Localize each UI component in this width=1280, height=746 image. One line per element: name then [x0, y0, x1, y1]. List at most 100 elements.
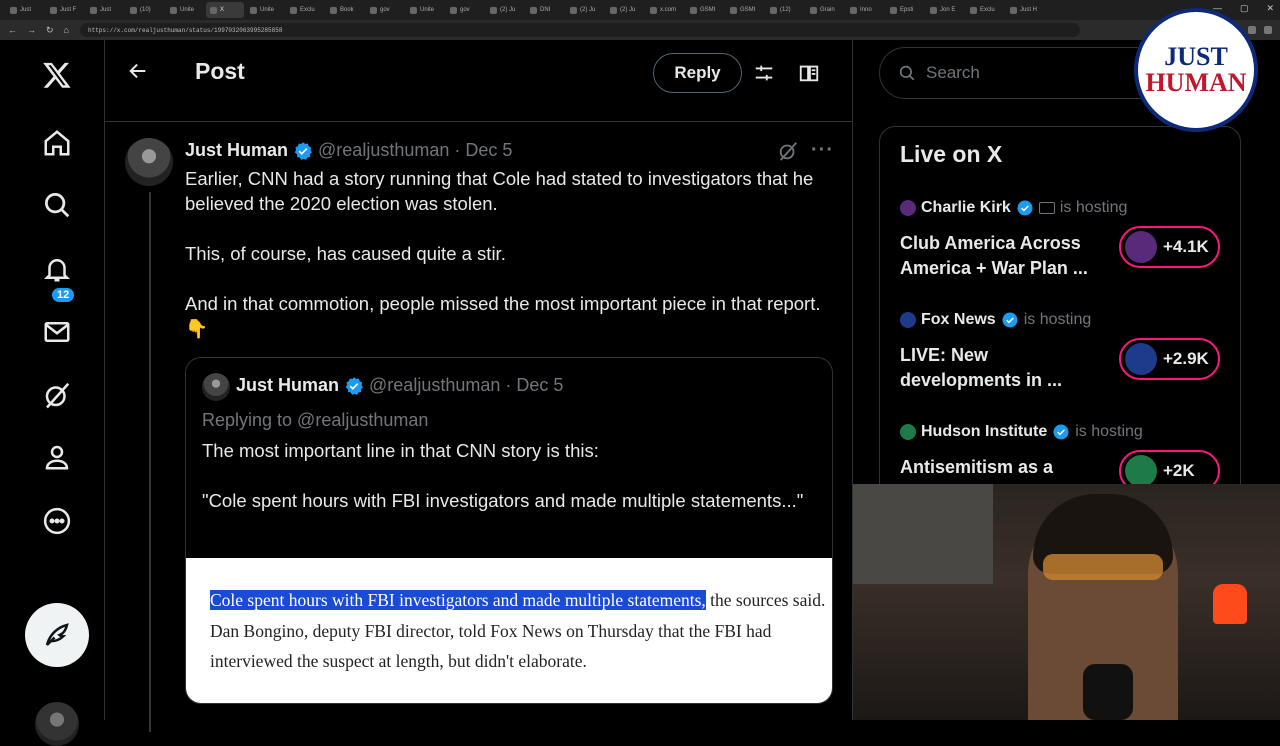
tab-favicon-icon	[610, 6, 617, 14]
home-icon[interactable]	[40, 126, 74, 160]
browser-tab[interactable]: Unite	[246, 2, 284, 18]
tab-favicon-icon	[50, 6, 57, 14]
browser-tab[interactable]: Inno	[846, 2, 884, 18]
author-handle[interactable]: @realjusthuman	[318, 140, 449, 161]
quoted-meta: Just Human @realjusthuman · Dec 5	[236, 375, 563, 396]
browser-tab[interactable]: gov	[366, 2, 404, 18]
main-column: Post Reply Just Human @realjusthuman · D…	[105, 40, 853, 732]
live-item[interactable]: Charlie Kirk is hosting Club America Acr…	[900, 199, 1230, 299]
browser-tab[interactable]: (12)	[766, 2, 804, 18]
browser-tab[interactable]: Grain	[806, 2, 844, 18]
grok-icon[interactable]	[40, 378, 74, 412]
tab-label: Exclu	[300, 7, 315, 13]
browser-tab[interactable]: Epsti	[886, 2, 924, 18]
close-window-icon[interactable]: ✕	[1266, 3, 1274, 14]
browser-tab[interactable]: gov	[446, 2, 484, 18]
tab-favicon-icon	[490, 6, 497, 14]
host-avatar	[900, 312, 916, 328]
verified-badge-icon	[1053, 424, 1069, 440]
back-arrow-icon[interactable]	[127, 60, 149, 82]
browser-tab[interactable]: Exclu	[966, 2, 1004, 18]
tab-favicon-icon	[130, 6, 137, 14]
space-title: LIVE: New developments in ...	[900, 345, 1063, 390]
host-avatar	[900, 424, 916, 440]
tab-label: Unite	[180, 7, 195, 13]
browser-tab[interactable]: DNI	[526, 2, 564, 18]
browser-tab[interactable]: X	[206, 2, 244, 18]
browser-tab[interactable]: GSMI	[686, 2, 724, 18]
speaker-avatar	[1125, 343, 1157, 375]
tab-favicon-icon	[930, 6, 937, 14]
listener-count: +2K	[1163, 461, 1195, 480]
tweet-text: Earlier, CNN had a story running that Co…	[185, 168, 821, 339]
browser-tab[interactable]: Just	[86, 2, 124, 18]
sliders-icon[interactable]	[753, 62, 775, 84]
listener-count: +4.1K	[1163, 237, 1209, 256]
account-avatar[interactable]	[35, 702, 79, 746]
forward-nav-icon[interactable]: →	[27, 25, 36, 36]
article-screenshot-image[interactable]: Cole spent hours with FBI investigators …	[186, 558, 832, 703]
browser-tab[interactable]: Book	[326, 2, 364, 18]
tab-label: gov	[460, 7, 470, 13]
tab-favicon-icon	[850, 6, 857, 14]
browser-tab[interactable]: Just F	[46, 2, 84, 18]
listener-count-pill[interactable]: +4.1K	[1119, 226, 1220, 268]
author-avatar[interactable]	[125, 138, 173, 186]
verified-badge-icon	[1002, 312, 1018, 328]
listener-count-pill[interactable]: +2.9K	[1119, 338, 1220, 380]
maximize-icon[interactable]: ▢	[1240, 3, 1249, 14]
page-title: Post	[195, 58, 245, 84]
browser-tab[interactable]: Jon E	[926, 2, 964, 18]
quoted-post[interactable]: Just Human @realjusthuman · Dec 5 Replyi…	[185, 357, 833, 704]
hosting-label: is hosting	[1023, 311, 1092, 328]
browser-tab[interactable]: Unite	[406, 2, 444, 18]
live-item[interactable]: Fox News is hosting LIVE: New developmen…	[900, 311, 1230, 411]
tab-label: Just	[100, 7, 112, 13]
browser-tab[interactable]: x.com	[646, 2, 684, 18]
more-options-icon[interactable]: ···	[811, 139, 834, 162]
tab-label: Inno	[860, 7, 872, 13]
notification-count-badge: 12	[52, 288, 75, 302]
reply-button[interactable]: Reply	[653, 53, 742, 93]
tweet-date[interactable]: · Dec 5	[454, 140, 512, 161]
tab-label: Unite	[420, 7, 435, 13]
host-name: Fox News	[921, 311, 996, 328]
browser-tab[interactable]: (2) Ju	[566, 2, 604, 18]
tab-favicon-icon	[650, 6, 657, 14]
url-field[interactable]: https://x.com/realjusthuman/status/19970…	[80, 23, 1080, 37]
extension-icon[interactable]	[1264, 26, 1272, 34]
browser-tab[interactable]: GSMI	[726, 2, 764, 18]
verified-badge-icon	[294, 141, 312, 160]
tab-label: Just	[20, 7, 32, 13]
tab-favicon-icon	[970, 6, 977, 14]
reader-view-icon[interactable]	[798, 62, 820, 84]
profile-person-icon[interactable]	[40, 440, 74, 474]
search-icon	[899, 65, 915, 81]
notifications-bell-icon[interactable]	[40, 252, 74, 286]
tab-label: DNI	[540, 7, 551, 13]
browser-tab[interactable]: (2) Ju	[486, 2, 524, 18]
grok-explain-icon[interactable]	[777, 140, 799, 162]
x-logo-icon[interactable]	[40, 58, 74, 92]
author-name[interactable]: Just Human	[185, 140, 288, 161]
browser-tab[interactable]: (10)	[126, 2, 164, 18]
tab-label: Book	[340, 7, 354, 13]
browser-tabbar: Just Just F Just (10) Unite X Unite Exclu Book go…	[0, 0, 1280, 20]
explore-search-icon[interactable]	[40, 188, 74, 222]
browser-tab[interactable]: Just	[6, 2, 44, 18]
space-title: Club America Across America + War Plan .…	[900, 233, 1088, 278]
compose-post-button[interactable]	[25, 603, 89, 667]
browser-tab[interactable]: Unite	[166, 2, 204, 18]
browser-tab[interactable]: Just H	[1006, 2, 1044, 18]
messages-mail-icon[interactable]	[40, 315, 74, 349]
tab-label: Jon E	[940, 7, 956, 13]
browser-tab[interactable]: Exclu	[286, 2, 324, 18]
left-nav: 12	[0, 40, 105, 746]
more-circle-icon[interactable]	[40, 504, 74, 538]
home-nav-icon[interactable]: ⌂	[64, 25, 69, 36]
browser-tab[interactable]: (2) Ju	[606, 2, 644, 18]
back-nav-icon[interactable]: ←	[8, 25, 17, 36]
extension-icon[interactable]	[1248, 26, 1256, 34]
reload-icon[interactable]: ↻	[46, 25, 54, 36]
quoted-text: The most important line in that CNN stor…	[202, 440, 804, 511]
